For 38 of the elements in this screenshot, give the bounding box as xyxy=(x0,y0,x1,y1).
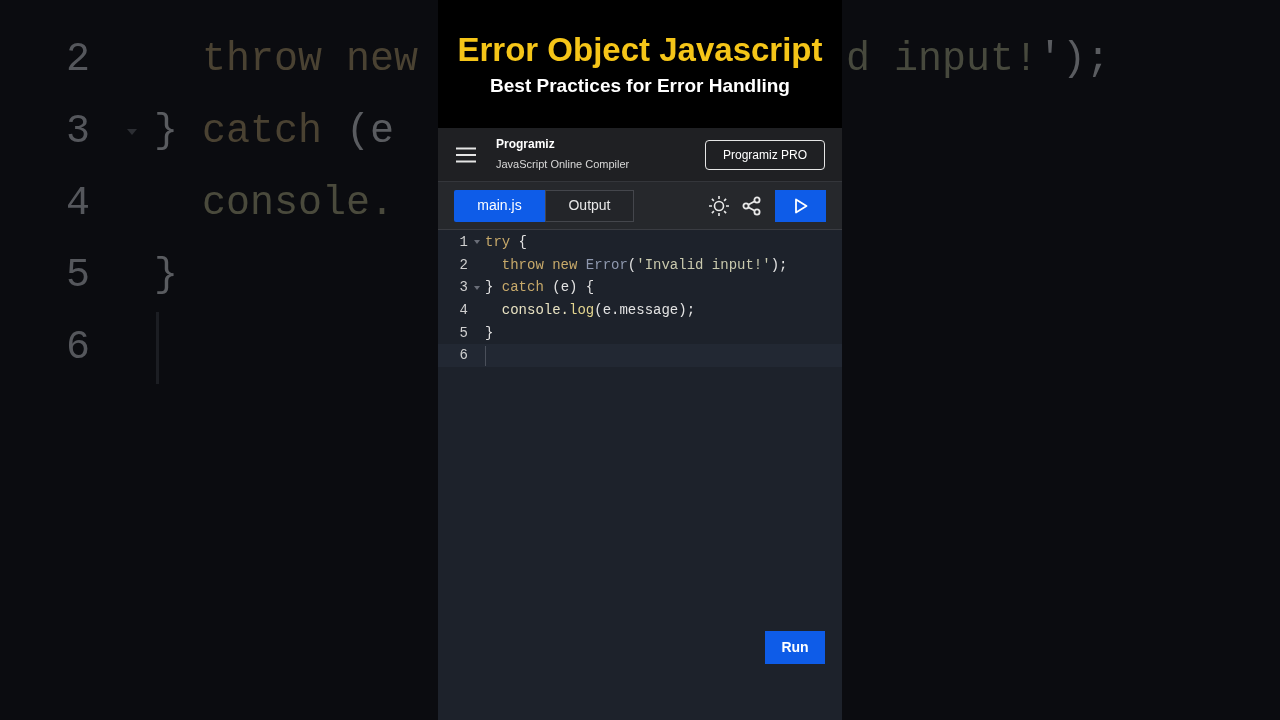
line-number: 6 xyxy=(458,346,468,366)
code-line: } catch (e) { xyxy=(485,278,595,298)
compiler-subtitle: JavaScript Online Compiler xyxy=(496,156,630,172)
line-number: 6 xyxy=(66,324,91,372)
fold-arrow-icon xyxy=(126,128,138,136)
fold-arrow-icon[interactable] xyxy=(473,285,480,290)
sun-icon[interactable] xyxy=(708,194,730,217)
code-line: throw new xyxy=(201,36,419,84)
line-number: 4 xyxy=(66,180,91,228)
file-tab[interactable]: Output xyxy=(545,189,634,222)
line-number: 4 xyxy=(458,300,468,320)
logo[interactable]: Programiz xyxy=(496,136,630,151)
fold-arrow-icon[interactable] xyxy=(473,240,480,245)
play-icon xyxy=(793,197,808,214)
run-icon-button[interactable] xyxy=(775,189,826,222)
video-subtitle: Best Practices for Error Handling xyxy=(490,74,790,98)
line-number: 5 xyxy=(458,323,468,343)
line-number: 1 xyxy=(458,232,468,252)
line-number: 2 xyxy=(66,36,91,84)
code-line: console.log(e.message); xyxy=(500,300,696,320)
text-cursor xyxy=(485,345,486,366)
code-line: console. xyxy=(201,180,395,228)
file-tab[interactable]: main.js xyxy=(454,189,545,222)
code-line: d input!'); xyxy=(846,36,1111,84)
code-line: } xyxy=(154,252,178,300)
code-line: } catch (e xyxy=(154,108,395,156)
line-number: 2 xyxy=(458,255,468,275)
code-line: throw new Error('Invalid input!'); xyxy=(500,255,788,275)
pro-button[interactable]: Programiz PRO xyxy=(704,139,825,170)
video-title: Error Object Javascript xyxy=(457,30,823,70)
code-line: } xyxy=(485,323,494,343)
code-line: try { xyxy=(485,232,528,252)
menu-icon[interactable] xyxy=(455,146,477,163)
line-number: 3 xyxy=(458,278,468,298)
line-number: 5 xyxy=(66,252,91,300)
share-icon[interactable] xyxy=(742,195,762,216)
line-number: 3 xyxy=(66,108,91,156)
run-button[interactable]: Run xyxy=(765,631,825,664)
